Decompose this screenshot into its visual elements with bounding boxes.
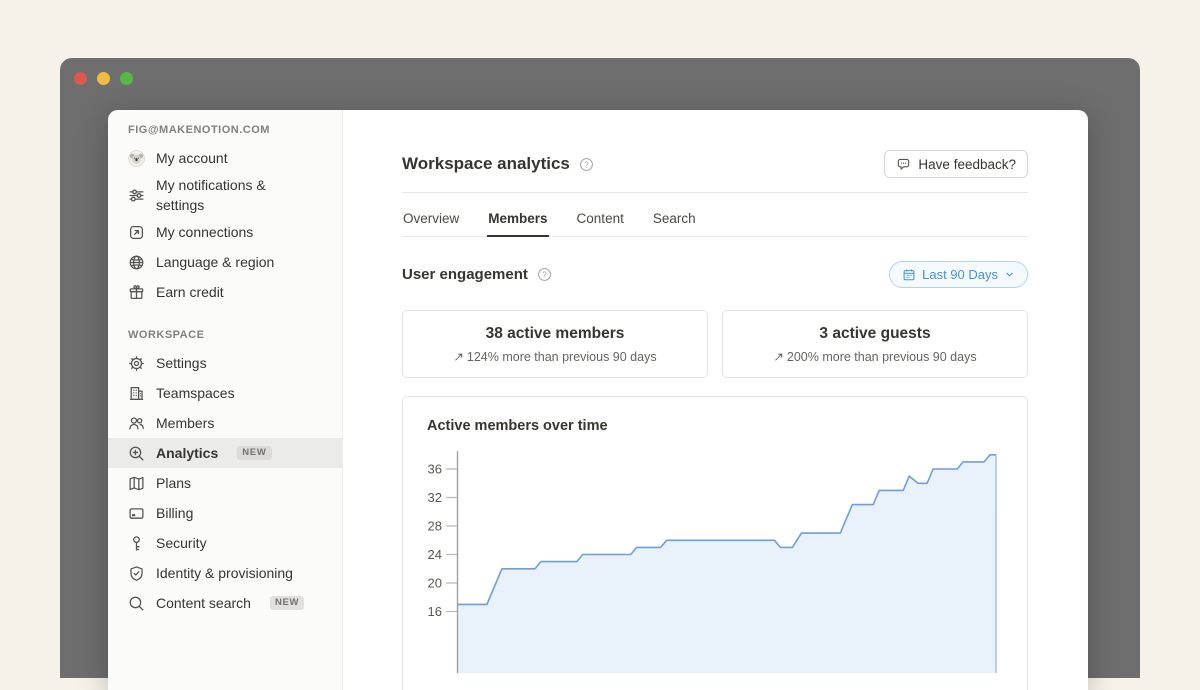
workspace-section-label: WORKSPACE [108, 329, 342, 341]
magnifier-plus-icon [128, 445, 145, 462]
sidebar-item-my-notifications-settings[interactable]: My notifications & settings [108, 173, 342, 217]
svg-text:28: 28 [428, 519, 442, 534]
credit-card-icon [128, 505, 145, 522]
help-icon[interactable]: ? [579, 157, 594, 172]
svg-text:24: 24 [428, 547, 442, 562]
date-range-label: Last 90 Days [922, 267, 998, 282]
user-engagement-title: User engagement [402, 266, 528, 283]
tab-overview[interactable]: Overview [402, 204, 460, 236]
stat-value: 38 active members [486, 325, 625, 343]
feedback-button-label: Have feedback? [918, 157, 1016, 172]
sidebar-item-content-search[interactable]: Content search NEW [108, 588, 342, 618]
sidebar-item-analytics[interactable]: Analytics NEW [108, 438, 342, 468]
tab-search[interactable]: Search [652, 204, 697, 236]
sidebar-item-label: Content search [156, 593, 251, 613]
arrow-up-right-box-icon [128, 224, 145, 241]
gift-icon [128, 284, 145, 301]
gear-icon [128, 355, 145, 372]
chart-title: Active members over time [427, 418, 1027, 434]
minimize-window-button[interactable] [97, 72, 110, 85]
sidebar-item-label: Members [156, 413, 214, 433]
sidebar-item-label: Analytics [156, 443, 218, 463]
analytics-tabs: Overview Members Content Search [402, 204, 1028, 237]
tab-members[interactable]: Members [487, 204, 548, 236]
account-section-label: FIG@MAKENOTION.COM [108, 124, 342, 136]
header-divider [402, 192, 1028, 193]
sidebar-item-label: My notifications & settings [156, 175, 306, 215]
new-badge: NEW [237, 446, 271, 461]
stat-delta: ↗200% more than previous 90 days [773, 349, 976, 364]
chevron-down-icon [1004, 269, 1015, 280]
speech-bubble-icon [896, 157, 911, 172]
sidebar-item-teamspaces[interactable]: Teamspaces [108, 378, 342, 408]
sidebar-item-label: Settings [156, 353, 207, 373]
app-window: FIG@MAKENOTION.COM My account My notific… [60, 58, 1140, 678]
help-icon[interactable]: ? [537, 267, 552, 282]
analytics-main-panel: Workspace analytics ? Have feedback? Ove… [343, 110, 1088, 690]
sidebar-item-label: My account [156, 148, 228, 168]
svg-text:?: ? [584, 160, 589, 169]
sidebar-item-identity-provisioning[interactable]: Identity & provisioning [108, 558, 342, 588]
sidebar-item-billing[interactable]: Billing [108, 498, 342, 528]
map-icon [128, 475, 145, 492]
shield-check-icon [128, 565, 145, 582]
window-titlebar [60, 58, 1140, 110]
have-feedback-button[interactable]: Have feedback? [884, 150, 1028, 178]
stat-value: 3 active guests [819, 325, 930, 343]
date-range-dropdown[interactable]: Last 90 Days [889, 261, 1028, 288]
zoom-window-button[interactable] [120, 72, 133, 85]
sidebar-item-label: Earn credit [156, 282, 224, 302]
trend-up-icon: ↗ [773, 350, 783, 364]
magnifier-icon [128, 595, 145, 612]
sidebar-item-label: Plans [156, 473, 191, 493]
sidebar-item-my-account[interactable]: My account [108, 143, 342, 173]
sidebar-item-label: Identity & provisioning [156, 563, 293, 583]
sidebar-item-label: Teamspaces [156, 383, 235, 403]
sidebar-item-my-connections[interactable]: My connections [108, 217, 342, 247]
sliders-icon [128, 187, 145, 204]
svg-text:36: 36 [428, 462, 442, 477]
active-members-stat-card: 38 active members ↗124% more than previo… [402, 310, 708, 378]
close-window-button[interactable] [74, 72, 87, 85]
building-icon [128, 385, 145, 402]
key-icon [128, 535, 145, 552]
tab-content[interactable]: Content [576, 204, 625, 236]
sidebar-item-label: Language & region [156, 252, 274, 272]
active-guests-stat-card: 3 active guests ↗200% more than previous… [722, 310, 1028, 378]
calendar-icon [902, 268, 916, 282]
settings-dialog: FIG@MAKENOTION.COM My account My notific… [108, 110, 1088, 690]
sidebar-item-settings[interactable]: Settings [108, 348, 342, 378]
active-members-chart-card: Active members over time 16 20 24 28 32 36 [402, 396, 1028, 690]
sidebar-item-label: Billing [156, 503, 193, 523]
settings-sidebar: FIG@MAKENOTION.COM My account My notific… [108, 110, 343, 690]
page-title: Workspace analytics [402, 154, 570, 174]
sidebar-item-earn-credit[interactable]: Earn credit [108, 277, 342, 307]
new-badge: NEW [270, 596, 304, 611]
svg-text:?: ? [542, 270, 547, 279]
stat-delta: ↗124% more than previous 90 days [453, 349, 656, 364]
sidebar-item-security[interactable]: Security [108, 528, 342, 558]
people-icon [128, 415, 145, 432]
sidebar-item-label: Security [156, 533, 207, 553]
sidebar-item-language-region[interactable]: Language & region [108, 247, 342, 277]
trend-up-icon: ↗ [453, 350, 463, 364]
globe-icon [128, 254, 145, 271]
sidebar-item-plans[interactable]: Plans [108, 468, 342, 498]
svg-text:32: 32 [428, 490, 442, 505]
sidebar-item-label: My connections [156, 222, 253, 242]
sidebar-item-members[interactable]: Members [108, 408, 342, 438]
active-members-area-chart: 16 20 24 28 32 36 [403, 443, 1023, 673]
svg-text:16: 16 [428, 604, 442, 619]
svg-text:20: 20 [428, 576, 442, 591]
avatar-icon [128, 150, 145, 167]
